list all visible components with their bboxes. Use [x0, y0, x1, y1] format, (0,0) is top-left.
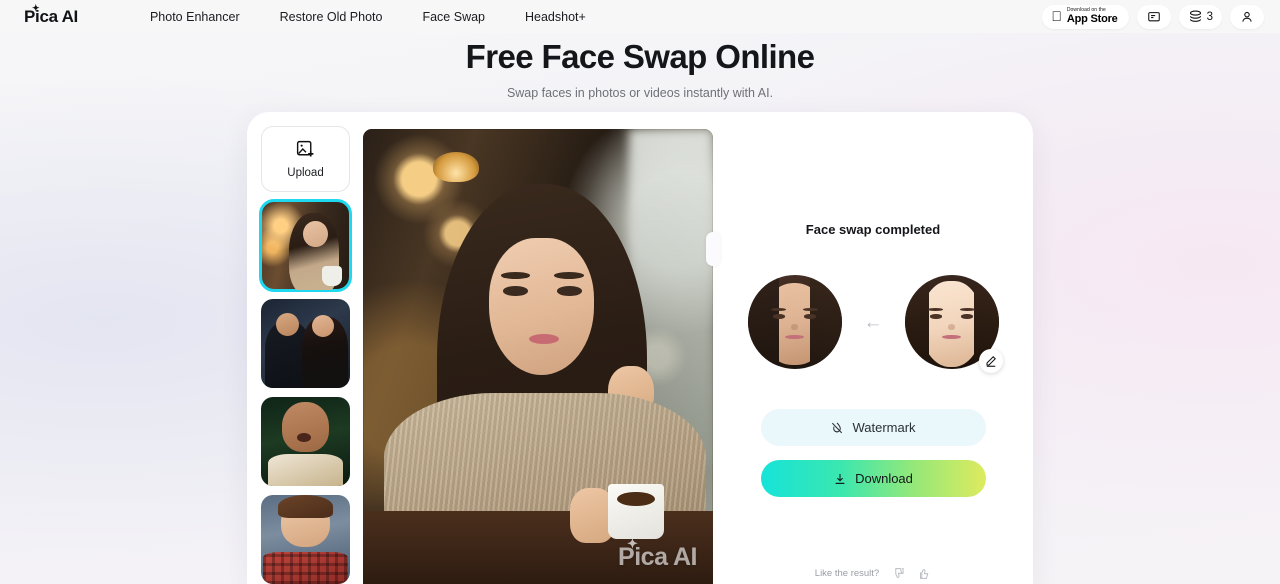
feedback-question: Like the result?	[814, 568, 880, 579]
watermark-off-icon	[832, 422, 843, 433]
credits-count: 3	[1206, 10, 1213, 23]
image-add-icon	[296, 140, 314, 157]
thumbs-down-icon[interactable]	[892, 567, 905, 580]
thumbnail-bald-man[interactable]	[261, 397, 350, 486]
target-brow-right	[959, 307, 975, 311]
sparkle-icon: ✦	[627, 536, 638, 551]
source-hair-left	[747, 275, 780, 369]
apple-logo-icon: 	[1051, 9, 1062, 23]
target-brow-left	[928, 307, 944, 311]
thumb-head	[282, 402, 329, 453]
thumbnail-woman-cafe[interactable]	[259, 199, 352, 292]
upload-button[interactable]: Upload	[261, 126, 350, 192]
subject-eye-right	[557, 285, 582, 296]
feedback-row: Like the result?	[713, 567, 1033, 580]
target-face-wrapper	[904, 275, 1003, 373]
face-swap-workspace-card: Upload ✦ Pica AI Face swap completed ← W…	[247, 112, 1033, 584]
nav-face-swap[interactable]: Face Swap	[402, 6, 505, 28]
remove-watermark-label: Watermark	[852, 420, 916, 435]
user-account-icon	[1242, 11, 1252, 22]
top-header: ✦ Pica AI Photo Enhancer Restore Old Pho…	[0, 0, 1280, 33]
sparkle-icon: ✦	[32, 2, 40, 13]
source-eye-left	[772, 314, 786, 319]
result-actions: Watermark Download	[760, 409, 986, 497]
target-eye-right	[960, 314, 974, 319]
thumb-hair	[277, 495, 334, 519]
credits-coins-icon	[1189, 10, 1201, 22]
thumbnail-couple-formal[interactable]	[261, 299, 350, 388]
nav-headshot-plus[interactable]: Headshot+	[505, 6, 606, 28]
face-pair-row: ←	[747, 275, 1003, 373]
nav-photo-enhancer[interactable]: Photo Enhancer	[130, 6, 260, 28]
preview-image[interactable]: ✦ Pica AI	[363, 129, 713, 584]
pencil-edit-icon	[986, 356, 996, 367]
account-button[interactable]	[1230, 4, 1264, 29]
thumb-mouth	[296, 432, 311, 443]
remove-watermark-button[interactable]: Watermark	[760, 409, 986, 446]
chat-support-button[interactable]	[1136, 4, 1171, 29]
credits-button[interactable]: 3	[1178, 4, 1222, 29]
nav-restore-old-photo[interactable]: Restore Old Photo	[260, 6, 403, 28]
header-actions:  Download on the App Store 3	[1042, 0, 1264, 33]
page-subtitle: Swap faces in photos or videos instantly…	[506, 86, 774, 100]
thumb-face	[302, 220, 328, 248]
target-eye-left	[929, 314, 943, 319]
app-store-big-label: App Store	[1066, 13, 1118, 25]
hero-section: Free Face Swap Online Swap faces in phot…	[0, 33, 1280, 100]
chat-bubble-icon	[1147, 11, 1160, 21]
app-store-download-button[interactable]:  Download on the App Store	[1042, 4, 1129, 29]
preview-pane: ✦ Pica AI	[363, 112, 720, 584]
subject-brow-right	[553, 271, 584, 279]
result-panel: Face swap completed ← Watermark Download…	[713, 112, 1033, 584]
source-eye-right	[803, 314, 817, 319]
main-nav: Photo Enhancer Restore Old Photo Face Sw…	[130, 6, 606, 28]
pendant-lamp-icon	[433, 151, 479, 182]
subject-face	[489, 238, 594, 375]
preview-resize-handle[interactable]	[706, 232, 720, 266]
image-sidebar: Upload	[247, 112, 363, 584]
download-icon	[835, 473, 845, 484]
download-button[interactable]: Download	[760, 460, 986, 497]
source-brow-left	[771, 307, 787, 311]
arrow-left-icon: ←	[863, 311, 883, 333]
thumb-plaid-shirt	[262, 551, 349, 584]
upload-button-label: Upload	[287, 167, 324, 179]
source-brow-right	[802, 307, 818, 311]
target-hair-left	[904, 275, 929, 369]
thumb-cup	[322, 265, 342, 286]
source-hair-right	[809, 275, 842, 369]
brand-logo[interactable]: ✦ Pica AI	[24, 2, 78, 27]
source-face-avatar[interactable]	[747, 275, 842, 369]
coffee-mug	[608, 483, 664, 539]
thumbs-up-icon[interactable]	[918, 567, 931, 580]
subject-brow-left	[500, 271, 531, 279]
thumbnail-young-man-plaid[interactable]	[261, 495, 350, 584]
download-label: Download	[855, 471, 913, 486]
page-title: Free Face Swap Online	[465, 38, 815, 75]
edit-face-button[interactable]	[978, 349, 1003, 373]
subject-lips	[529, 333, 559, 344]
preview-watermark: ✦ Pica AI	[618, 536, 697, 572]
subject-eye-left	[503, 285, 528, 296]
result-status-title: Face swap completed	[805, 222, 941, 237]
thumb-body	[268, 453, 343, 486]
